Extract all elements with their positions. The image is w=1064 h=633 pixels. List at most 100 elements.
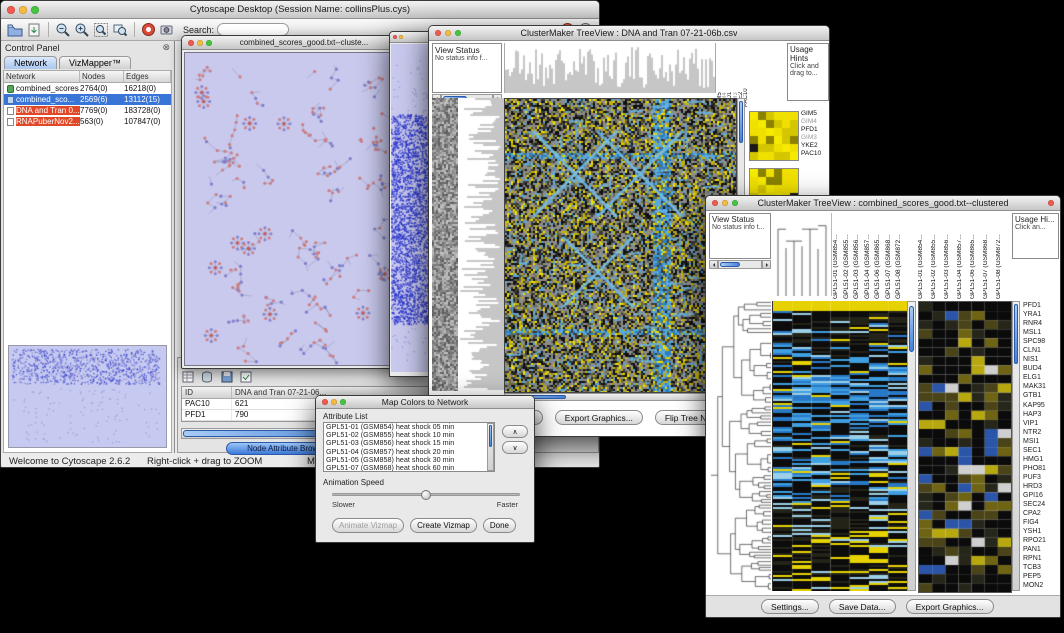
network-overview-thumbnail[interactable] <box>8 345 167 448</box>
close-icon[interactable] <box>393 35 397 39</box>
minimize-icon[interactable] <box>197 40 203 46</box>
slider-handle[interactable] <box>421 490 431 500</box>
gene-label[interactable]: NIS1 <box>1023 355 1061 364</box>
attribute-list-item[interactable]: GPL51-07 (GSM868) heat shock 60 min <box>326 464 494 472</box>
zoom-heatmap-canvas[interactable] <box>918 301 1012 593</box>
gene-label[interactable]: HMG1 <box>1023 455 1061 464</box>
close-panel-icon[interactable]: ⊗ <box>162 42 170 53</box>
matrix-row-label[interactable]: PFD1 <box>801 126 821 134</box>
gene-label[interactable]: PFD1 <box>1023 301 1061 310</box>
gene-label[interactable]: GPI16 <box>1023 491 1061 500</box>
zoom-in-icon[interactable] <box>74 22 90 38</box>
scrollbar-thumb[interactable] <box>739 101 743 143</box>
row-dendrogram[interactable] <box>709 301 771 591</box>
treeview-button[interactable]: Export Graphics... <box>906 599 994 614</box>
database-icon[interactable] <box>201 371 213 383</box>
treeview2-titlebar[interactable]: ClusterMaker TreeView : combined_scores_… <box>706 196 1060 211</box>
column-label[interactable]: GPL51-04 (GSM857... <box>865 213 875 299</box>
column-header-nodes[interactable]: Nodes <box>80 71 124 82</box>
gene-label[interactable]: CLN1 <box>1023 346 1061 355</box>
network-tree-row[interactable]: RNAPuberNov2... 563(0) 107847(0) <box>4 116 171 127</box>
gene-label[interactable]: RPO21 <box>1023 536 1061 545</box>
column-label[interactable]: GPL51-06 (GSM865... <box>875 213 885 299</box>
matrix-row-label[interactable]: GIM4 <box>801 118 821 126</box>
gene-label[interactable]: NTR2 <box>1023 428 1061 437</box>
column-label[interactable]: GPL51-01 (GSM854... <box>833 213 843 299</box>
column-label[interactable]: GPL51-03 (GSM856... <box>854 213 864 299</box>
table-icon[interactable] <box>182 371 194 383</box>
gene-label[interactable]: PUF3 <box>1023 473 1061 482</box>
row-dendrogram[interactable] <box>458 98 504 391</box>
annotation-icon[interactable] <box>141 22 156 37</box>
zoom-column-label[interactable]: GPL51-08 (GSM872... <box>996 213 1008 299</box>
zoom-window-icon[interactable] <box>340 399 346 405</box>
scroll-right-arrow-icon[interactable] <box>762 260 771 269</box>
heatmap-canvas[interactable] <box>504 98 737 393</box>
column-label[interactable]: GPL51-07 (GSM868... <box>886 213 896 299</box>
close-icon[interactable] <box>188 40 194 46</box>
network-tree-row[interactable]: combined_sco... 2569(6) 13112(15) <box>4 94 171 105</box>
minimize-icon[interactable] <box>445 30 451 36</box>
gene-label[interactable]: RPN1 <box>1023 554 1061 563</box>
network-canvas-2[interactable] <box>391 44 429 372</box>
gene-label[interactable]: MSL1 <box>1023 328 1061 337</box>
column-header-edges[interactable]: Edges <box>124 71 171 82</box>
gene-label[interactable]: FIG4 <box>1023 518 1061 527</box>
zoom-window-icon[interactable] <box>206 40 212 46</box>
gene-label[interactable]: YSH1 <box>1023 527 1061 536</box>
gene-label[interactable]: HRD3 <box>1023 482 1061 491</box>
import-network-icon[interactable] <box>26 22 42 38</box>
matrix-row-label[interactable]: GIM5 <box>801 110 821 118</box>
minimize-icon[interactable] <box>19 6 27 14</box>
gene-label[interactable]: GTB1 <box>1023 391 1061 400</box>
column-header-id[interactable]: ID <box>182 387 232 398</box>
minimize-icon[interactable] <box>399 35 403 39</box>
main-titlebar[interactable]: Cytoscape Desktop (Session Name: collins… <box>1 1 599 19</box>
dialog-button[interactable]: Animate Vizmap <box>332 518 404 533</box>
gene-label[interactable]: VIP1 <box>1023 419 1061 428</box>
gene-label[interactable]: MON2 <box>1023 581 1061 590</box>
minimize-icon[interactable] <box>331 399 337 405</box>
gene-label[interactable]: ELG1 <box>1023 373 1061 382</box>
gene-label[interactable]: PAN1 <box>1023 545 1061 554</box>
close-icon[interactable] <box>1048 200 1054 206</box>
correlation-matrix[interactable] <box>749 111 799 161</box>
matrix-row-label[interactable]: PAC10 <box>801 150 821 158</box>
gene-label[interactable]: PHO81 <box>1023 464 1061 473</box>
network-tree-row[interactable]: combined_scores 2764(0) 16218(0) <box>4 83 171 94</box>
control-panel-tab[interactable]: VizMapper™ <box>59 56 131 69</box>
listbox-vscrollbar[interactable] <box>487 423 494 471</box>
dialog-button[interactable]: Create Vizmap <box>410 518 477 533</box>
minimize-icon[interactable] <box>722 200 728 206</box>
move-down-button[interactable]: ∨ <box>502 441 528 454</box>
close-icon[interactable] <box>7 6 15 14</box>
heatmap-vscrollbar[interactable] <box>907 301 916 591</box>
scrollbar-thumb[interactable] <box>720 262 740 267</box>
scrollbar-thumb[interactable] <box>489 425 492 447</box>
zoom-out-icon[interactable] <box>55 22 71 38</box>
dialog-titlebar[interactable]: Map Colors to Network <box>316 396 534 409</box>
zoom-fit-icon[interactable] <box>93 22 109 38</box>
column-label[interactable]: GPL51-08 (GSM872... <box>896 213 906 299</box>
gene-label[interactable]: RNR4 <box>1023 319 1061 328</box>
zoom-window-icon[interactable] <box>31 6 39 14</box>
matrix-row-label[interactable]: YKE2 <box>801 142 821 150</box>
zoom-column-label[interactable]: GPL51-04 (GSM857... <box>957 213 969 299</box>
network-view-2-titlebar[interactable] <box>390 32 430 43</box>
zoom-window-icon[interactable] <box>732 200 738 206</box>
gene-label[interactable]: TCB3 <box>1023 563 1061 572</box>
zoom-column-label[interactable]: GPL51-06 (GSM865... <box>970 213 982 299</box>
gene-label[interactable]: MSI1 <box>1023 437 1061 446</box>
gene-label[interactable]: YRA1 <box>1023 310 1061 319</box>
zoom-vscrollbar[interactable] <box>1012 301 1020 591</box>
column-label[interactable]: GPL51-02 (GSM855... <box>844 213 854 299</box>
scroll-left-arrow-icon[interactable] <box>709 260 718 269</box>
zoom-column-label[interactable]: GPL51-07 (GSM868... <box>983 213 995 299</box>
matrix-row-label[interactable]: GIM3 <box>801 134 821 142</box>
annotation-strip[interactable] <box>432 98 458 391</box>
column-dendrogram[interactable] <box>773 213 832 296</box>
treeview-button[interactable]: Settings... <box>761 599 819 614</box>
zoom-column-label[interactable]: GPL51-03 (GSM856... <box>944 213 956 299</box>
close-icon[interactable] <box>322 399 328 405</box>
gene-label[interactable]: SEC24 <box>1023 500 1061 509</box>
